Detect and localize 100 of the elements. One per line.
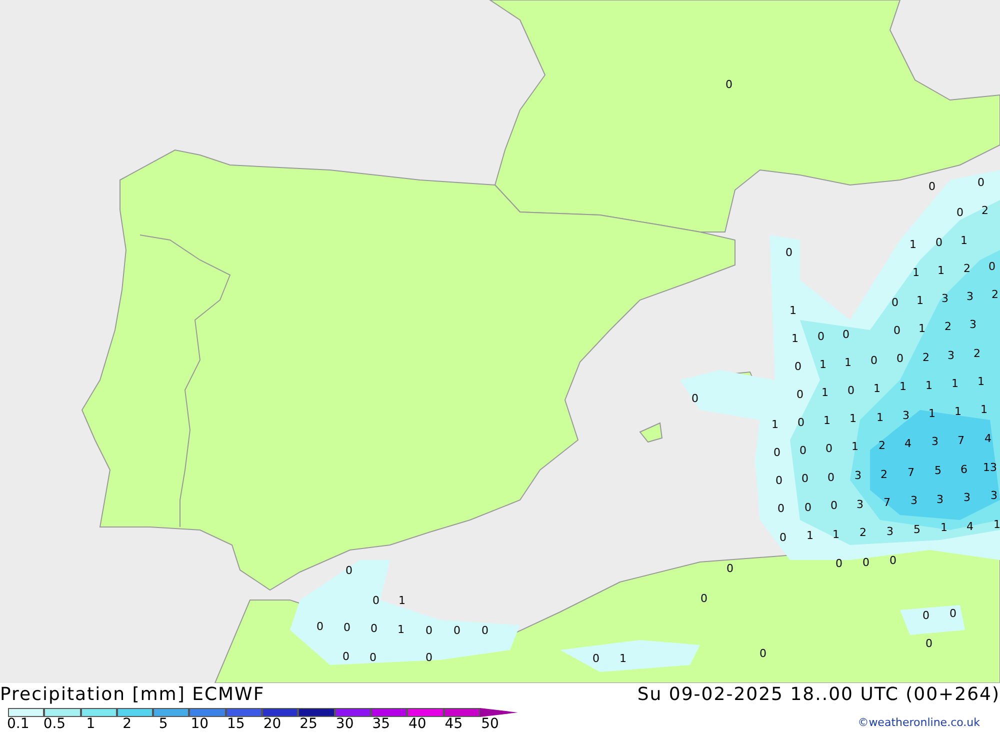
precipitation-value: 0 <box>316 620 324 633</box>
precipitation-value: 7 <box>884 496 890 509</box>
precipitation-value: 0 <box>798 416 804 429</box>
precipitation-value: 0 <box>342 650 350 663</box>
precipitation-value: 3 <box>932 435 938 448</box>
precipitation-value: 0 <box>760 647 766 660</box>
precipitation-value: 5 <box>914 523 920 536</box>
precipitation-value: 1 <box>928 407 936 420</box>
precipitation-value: 1 <box>916 294 924 307</box>
precipitation-value: 4 <box>966 520 974 533</box>
precipitation-value: 1 <box>832 528 840 541</box>
precipitation-value: 0 <box>692 392 698 405</box>
precipitation-value: 1 <box>910 238 916 251</box>
copyright-link[interactable]: ©weatheronline.co.uk <box>858 707 1000 732</box>
precipitation-value: 0 <box>426 651 432 664</box>
precipitation-value: 0 <box>826 442 832 455</box>
precipitation-value: 1 <box>398 594 406 607</box>
legend-swatch <box>116 708 154 716</box>
precipitation-value: 0 <box>892 296 898 309</box>
precipitation-value: 7 <box>958 434 964 447</box>
precipitation-value: 0 <box>592 652 600 665</box>
precipitation-value: 3 <box>990 489 998 502</box>
precipitation-value: 0 <box>862 556 870 569</box>
legend-swatch <box>298 708 335 716</box>
precipitation-value: 0 <box>726 78 732 91</box>
precipitation-value: 1 <box>940 521 948 534</box>
legend-tick-label: 1 <box>85 717 96 731</box>
precipitation-value: 0 <box>800 444 806 457</box>
precipitation-value: 3 <box>936 493 944 506</box>
precipitation-value: 3 <box>966 290 974 303</box>
precipitation-value: 3 <box>854 469 862 482</box>
precipitation-value: 0 <box>830 499 838 512</box>
precipitation-value: 0 <box>454 624 460 637</box>
precipitation-value: 3 <box>902 409 910 422</box>
legend-swatch <box>444 708 480 716</box>
legend-tick-label: 0.5 <box>42 717 67 731</box>
legend-swatch <box>153 708 190 716</box>
precipitation-value: 0 <box>870 354 878 367</box>
legend-tick-label: 0.1 <box>6 717 30 731</box>
legend-swatch <box>334 708 371 716</box>
precipitation-value: 0 <box>988 260 996 273</box>
forecast-datetime: Su 09-02-2025 18..00 UTC (00+264) <box>637 686 1000 704</box>
precipitation-value: 3 <box>948 349 954 362</box>
precipitation-value: 3 <box>886 525 894 538</box>
precipitation-value: 0 <box>372 594 380 607</box>
precipitation-value: 1 <box>850 412 856 425</box>
precipitation-value: 0 <box>896 352 904 365</box>
legend-tick-label: 20 <box>262 717 282 731</box>
legend-tick-label: 50 <box>480 717 500 731</box>
precipitation-value: 0 <box>794 360 802 373</box>
precipitation-value: 3 <box>910 494 918 507</box>
precipitation-value: 1 <box>960 234 968 247</box>
precipitation-value: 0 <box>346 564 352 577</box>
precipitation-value: 5 <box>934 464 942 477</box>
precipitation-value: 3 <box>970 318 976 331</box>
precipitation-value: 2 <box>878 439 886 452</box>
legend-arrow <box>480 708 518 716</box>
precipitation-value: 2 <box>880 468 888 481</box>
precipitation-value: 3 <box>942 292 948 305</box>
precipitation-value: 1 <box>820 358 826 371</box>
precipitation-value: 3 <box>964 491 970 504</box>
precipitation-value: 0 <box>956 206 964 219</box>
precipitation-value: 0 <box>802 472 808 485</box>
precipitation-value: 0 <box>978 176 984 189</box>
legend-tick-label: 2 <box>122 717 132 731</box>
precipitation-value: 0 <box>818 330 824 343</box>
precipitation-value: 1 <box>900 380 906 393</box>
precipitation-value: 0 <box>778 502 784 515</box>
precipitation-value: 0 <box>926 637 932 650</box>
precipitation-value: 2 <box>992 288 998 301</box>
precipitation-value: 1 <box>952 377 958 390</box>
precipitation-value: 1 <box>772 418 778 431</box>
precipitation-value: 0 <box>928 180 936 193</box>
precipitation-value: 0 <box>796 388 804 401</box>
precipitation-value: 0 <box>950 607 956 620</box>
legend-tick-label: 5 <box>158 717 169 731</box>
precipitation-value: 0 <box>776 474 782 487</box>
precipitation-value: 1 <box>806 529 814 542</box>
precipitation-value: 0 <box>344 621 350 634</box>
legend-tick-label: 10 <box>190 717 210 731</box>
legend-swatch <box>80 708 117 716</box>
precipitation-value: 0 <box>836 557 842 570</box>
legend-swatch <box>8 708 44 716</box>
precipitation-value: 1 <box>824 414 830 427</box>
precipitation-value: 2 <box>982 204 988 217</box>
precipitation-value: 2 <box>922 351 930 364</box>
legend-swatch <box>407 708 444 716</box>
precipitation-value: 0 <box>842 328 850 341</box>
precipitation-value: 1 <box>792 332 798 345</box>
precipitation-value: 6 <box>960 463 968 476</box>
map-title: Precipitation [mm] ECMWF <box>0 686 265 704</box>
precipitation-value: 0 <box>774 446 780 459</box>
legend-swatch <box>189 708 226 716</box>
precipitation-value: 0 <box>780 531 786 544</box>
precipitation-value: 3 <box>856 498 864 511</box>
precipitation-value: 1 <box>978 375 984 388</box>
precipitation-value: 1 <box>790 304 796 317</box>
legend-swatch <box>226 708 262 716</box>
precipitation-value: 1 <box>918 322 926 335</box>
precipitation-value: 2 <box>974 347 980 360</box>
